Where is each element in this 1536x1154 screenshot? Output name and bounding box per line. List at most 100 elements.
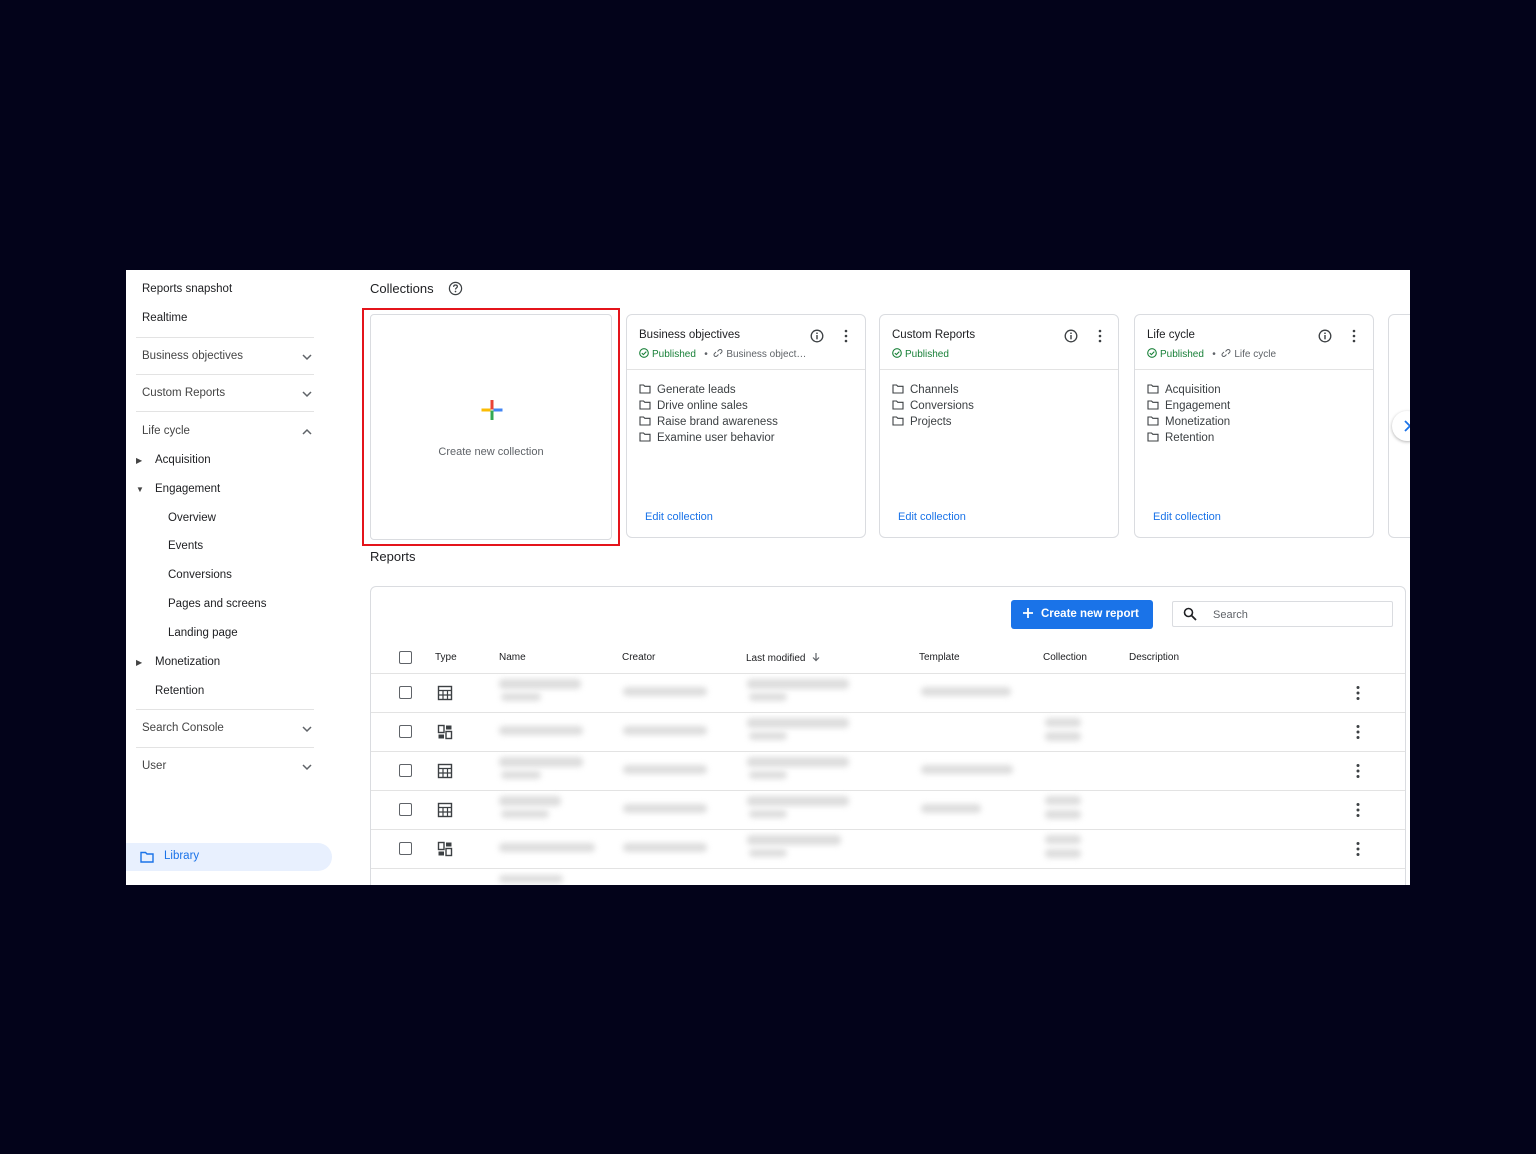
redacted-date [747,796,849,806]
divider [1135,369,1373,370]
more-vert-icon[interactable] [1355,724,1361,740]
dashboard-report-icon [437,724,453,740]
library-label: Library [164,850,200,862]
nav-overview[interactable]: Overview [168,512,216,524]
row-checkbox[interactable] [399,842,412,855]
status-label: Published [905,349,949,360]
redacted-date [747,679,849,689]
folder-icon [1147,416,1159,426]
nav-engagement[interactable]: Engagement [155,483,220,495]
collection-item: Drive online sales [639,398,778,414]
collection-status: Published • Business object… [639,348,806,360]
redacted-name [499,679,581,689]
column-header-name[interactable]: Name [499,652,526,663]
redacted-date [747,835,841,845]
more-vert-icon[interactable] [1351,329,1357,343]
redacted-creator [623,843,707,852]
collection-item: Engagement [1147,398,1230,414]
folder-icon [639,400,651,410]
collection-item: Raise brand awareness [639,414,778,430]
nav-section-user[interactable]: User [142,760,314,772]
divider [136,709,314,710]
redacted-name [499,726,583,735]
create-new-report-button[interactable]: Create new report [1011,600,1153,629]
divider [880,369,1118,370]
nav-landing-page[interactable]: Landing page [168,627,238,639]
highlight-box [362,308,620,546]
nav-retention[interactable]: Retention [155,685,204,697]
nav-section-label: Life cycle [142,425,190,437]
caret-right-icon[interactable]: ▶ [136,456,142,465]
scroll-right-button[interactable] [1392,411,1410,441]
redacted-collection [1045,849,1081,858]
row-checkbox[interactable] [399,803,412,816]
edit-collection-link[interactable]: Edit collection [898,511,966,523]
chevron-down-icon [302,391,312,398]
collection-items: Channels Conversions Projects [892,382,974,430]
nav-conversions[interactable]: Conversions [168,569,232,581]
divider [371,790,1405,791]
nav-section-life-cycle[interactable]: Life cycle [142,425,314,437]
row-checkbox[interactable] [399,686,412,699]
table-report-icon [437,802,453,818]
nav-monetization[interactable]: Monetization [155,656,220,668]
divider [371,868,1405,869]
redacted-date [749,693,787,701]
nav-section-custom-reports[interactable]: Custom Reports [142,387,314,399]
select-all-checkbox[interactable] [399,651,412,664]
redacted-creator [623,804,707,813]
search-input[interactable]: Search [1172,601,1393,627]
create-new-report-label: Create new report [1041,608,1139,620]
help-icon[interactable] [448,281,463,296]
more-vert-icon[interactable] [1355,685,1361,701]
nav-section-label: Business objectives [142,350,243,362]
folder-icon [892,400,904,410]
more-vert-icon[interactable] [1355,802,1361,818]
column-header-collection[interactable]: Collection [1043,652,1087,663]
row-checkbox[interactable] [399,764,412,777]
nav-realtime[interactable]: Realtime [142,312,187,324]
column-header-template[interactable]: Template [919,652,960,663]
nav-section-label: Search Console [142,722,224,734]
more-vert-icon[interactable] [843,329,849,343]
redacted-date [749,732,787,740]
edit-collection-link[interactable]: Edit collection [645,511,713,523]
collection-item: Acquisition [1147,382,1230,398]
column-header-last-modified[interactable]: Last modified [746,652,821,664]
info-icon[interactable] [1318,329,1332,343]
nav-library[interactable]: Library [126,843,332,871]
nav-section-label: Custom Reports [142,387,226,399]
nav-acquisition[interactable]: Acquisition [155,454,211,466]
redacted-collection [1045,835,1081,844]
collection-card-title: Custom Reports [892,329,976,341]
redacted-template [921,687,1011,696]
caret-right-icon[interactable]: ▶ [136,658,142,667]
reports-title: Reports [370,549,416,564]
more-vert-icon[interactable] [1355,763,1361,779]
collection-status: Published • Life cycle [1147,348,1276,360]
collections-title: Collections [370,281,434,296]
row-checkbox[interactable] [399,725,412,738]
template-label: Life cycle [1234,349,1277,360]
collection-items: Acquisition Engagement Monetization Rete… [1147,382,1230,446]
more-vert-icon[interactable] [1097,329,1103,343]
redacted-creator [623,687,707,696]
plus-icon [1023,608,1033,618]
nav-events[interactable]: Events [168,540,203,552]
column-header-description[interactable]: Description [1129,652,1179,663]
info-icon[interactable] [1064,329,1078,343]
more-vert-icon[interactable] [1355,841,1361,857]
info-icon[interactable] [810,329,824,343]
nav-reports-snapshot[interactable]: Reports snapshot [142,283,232,295]
column-header-type[interactable]: Type [435,652,457,663]
nav-section-business-objectives[interactable]: Business objectives [142,350,314,362]
sidebar: Reports snapshot Realtime Business objec… [126,270,341,885]
redacted-date [747,718,849,728]
nav-pages-and-screens[interactable]: Pages and screens [168,598,266,610]
column-header-creator[interactable]: Creator [622,652,655,663]
divider [136,374,314,375]
search-icon [1183,607,1197,621]
caret-down-icon[interactable]: ▼ [136,485,144,494]
nav-section-search-console[interactable]: Search Console [142,722,314,734]
edit-collection-link[interactable]: Edit collection [1153,511,1221,523]
